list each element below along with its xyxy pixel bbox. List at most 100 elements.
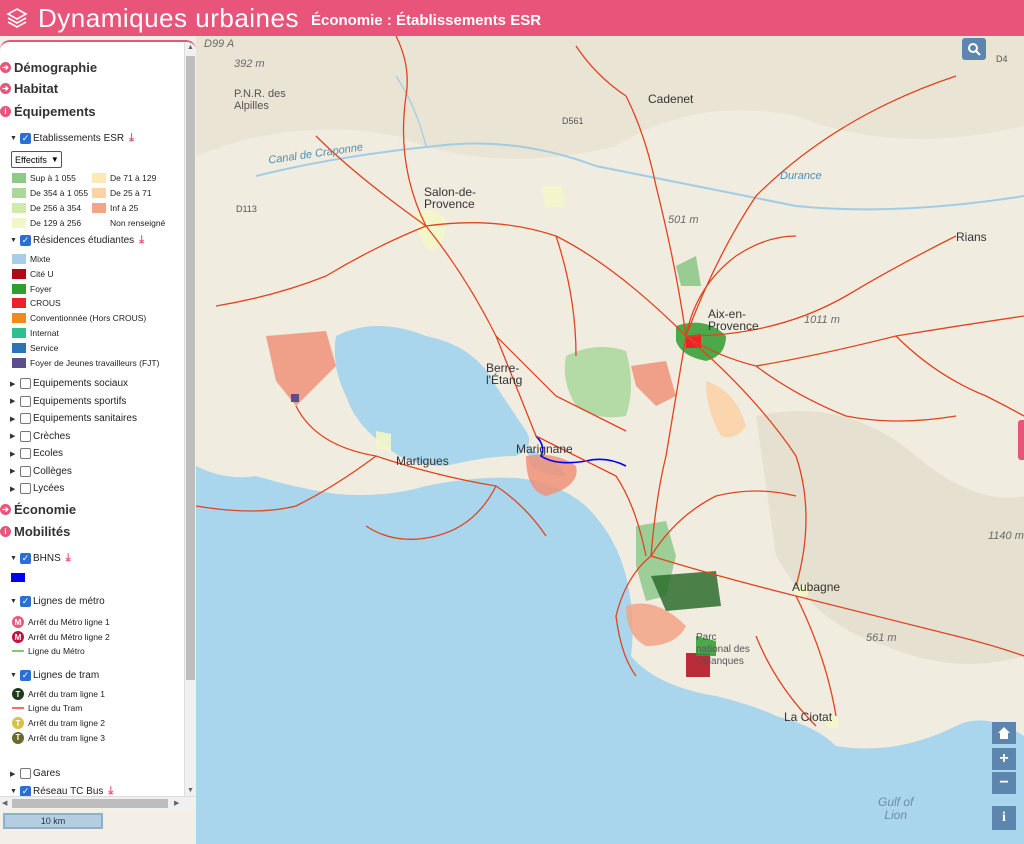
- tram-legend-item: Ligne du Tram: [12, 703, 82, 713]
- residence-legend-item: Mixte: [12, 254, 50, 264]
- download-icon[interactable]: ⤓: [129, 132, 134, 145]
- info-circle-icon: i: [0, 106, 11, 117]
- checkbox-gares[interactable]: [20, 768, 31, 779]
- layer-metro[interactable]: ▼ ✓ Lignes de métro: [10, 596, 105, 607]
- layer-gares[interactable]: ▶ Gares: [10, 768, 60, 779]
- map-label-marignane: Marignane: [516, 442, 573, 456]
- scroll-thumb[interactable]: [186, 56, 195, 680]
- right-panel-tab[interactable]: [1018, 420, 1024, 460]
- layer-equipement[interactable]: ▶ Equipements sociaux: [10, 378, 128, 389]
- layer-equipement[interactable]: ▶ Lycées: [10, 483, 64, 494]
- layer-checkbox[interactable]: [20, 483, 31, 494]
- legend-label: Arrêt du tram ligne 1: [28, 689, 106, 699]
- expand-icon[interactable]: ▶: [10, 467, 20, 475]
- expand-icon[interactable]: ▶: [10, 432, 20, 440]
- scroll-right-icon[interactable]: ▶: [174, 799, 179, 807]
- legend-label: Inf à 25: [110, 203, 139, 213]
- layer-reseau-bus[interactable]: ▼ ✓ Réseau TC Bus ⤓: [10, 785, 113, 796]
- section-mobilites[interactable]: i Mobilités: [0, 524, 70, 539]
- layer-equipement[interactable]: ▶ Equipements sanitaires: [10, 413, 137, 424]
- section-economie[interactable]: ➔ Économie: [0, 502, 76, 517]
- layer-label: Equipements sportifs: [33, 395, 127, 407]
- map-label-elevation-1140: 1140 m: [988, 530, 1024, 542]
- map-label-elevation-392: 392 m: [234, 58, 265, 70]
- app-title: Dynamiques urbaines: [38, 2, 299, 33]
- zoom-in-button[interactable]: +: [992, 748, 1016, 770]
- home-icon: [998, 727, 1010, 739]
- scroll-thumb[interactable]: [12, 799, 168, 808]
- expand-icon[interactable]: ▶: [10, 485, 20, 493]
- download-icon[interactable]: ⤓: [139, 234, 144, 247]
- expand-icon[interactable]: ▶: [10, 415, 20, 423]
- layers-icon[interactable]: [6, 7, 28, 29]
- layer-checkbox[interactable]: [20, 395, 31, 407]
- section-equipements[interactable]: i Équipements: [0, 104, 96, 119]
- line-swatch: [12, 706, 24, 709]
- vertical-scrollbar[interactable]: ▲ ▼: [184, 42, 196, 796]
- layer-label: Lycées: [33, 483, 65, 494]
- expand-icon[interactable]: ▼: [10, 672, 20, 679]
- esr-legend-item: De 71 à 129: [92, 173, 156, 183]
- metro-stop-icon: M: [12, 616, 24, 628]
- section-label: Équipements: [14, 104, 96, 119]
- layer-residences[interactable]: ▼ ✓ Résidences étudiantes ⤓: [10, 234, 144, 247]
- metro-stop-icon: M: [12, 631, 24, 643]
- tram-legend-item: T Arrêt du tram ligne 3: [12, 731, 105, 744]
- checkbox-tram[interactable]: ✓: [20, 670, 31, 681]
- expand-icon[interactable]: ▶: [10, 397, 20, 405]
- legend-label: Arrêt du Métro ligne 2: [28, 632, 110, 642]
- scroll-left-icon[interactable]: ◀: [2, 799, 7, 807]
- legend-label: Foyer de Jeunes travailleurs (FJT): [30, 357, 160, 368]
- layer-label: Etablissements ESR: [33, 133, 125, 144]
- scroll-up-icon[interactable]: ▲: [187, 44, 194, 51]
- esr-legend-item: Non renseigné: [92, 218, 165, 228]
- legend-swatch: [12, 313, 26, 324]
- map-canvas[interactable]: D99 A 392 m P.N.R. des Alpilles Cadenet …: [196, 36, 1024, 844]
- layer-checkbox[interactable]: [20, 430, 31, 442]
- layer-checkbox[interactable]: [20, 378, 31, 389]
- checkbox-metro[interactable]: ✓: [20, 596, 31, 607]
- download-icon[interactable]: ⤓: [108, 785, 113, 796]
- section-demographie[interactable]: ➔ Démographie: [0, 60, 97, 75]
- esr-metric-select[interactable]: Effectifs ▼: [11, 151, 62, 168]
- map-label-berre: Berre- l'Étang: [486, 361, 523, 387]
- layer-equipement[interactable]: ▶ Collèges: [10, 465, 72, 477]
- scroll-down-icon[interactable]: ▼: [187, 787, 194, 794]
- layer-tram[interactable]: ▼ ✓ Lignes de tram: [10, 670, 99, 681]
- section-habitat[interactable]: ➔ Habitat: [0, 81, 58, 96]
- expand-icon[interactable]: ▶: [10, 450, 20, 458]
- expand-icon[interactable]: ▶: [10, 380, 20, 388]
- expand-icon[interactable]: ▼: [10, 237, 20, 244]
- map-label-gulf-of-lion: Gulf of Lion: [878, 795, 914, 822]
- layer-checkbox[interactable]: [20, 465, 31, 477]
- checkbox-reseau[interactable]: ✓: [20, 786, 31, 796]
- checkbox-residences[interactable]: ✓: [20, 235, 31, 246]
- checkbox-bhns[interactable]: ✓: [20, 553, 31, 564]
- layer-esr[interactable]: ▼ ✓ Etablissements ESR ⤓: [10, 132, 134, 145]
- layer-checkbox[interactable]: [20, 413, 31, 424]
- layer-equipement[interactable]: ▶ Equipements sportifs: [10, 395, 127, 407]
- map-label-elevation-1011: 1011 m: [804, 314, 840, 326]
- layer-equipement[interactable]: ▶ Crèches: [10, 430, 70, 442]
- legend-label: Sup à 1 055: [30, 173, 76, 183]
- expand-icon[interactable]: ▼: [10, 598, 20, 605]
- layer-equipement[interactable]: ▶ Ecoles: [10, 448, 63, 459]
- zoom-out-button[interactable]: −: [992, 772, 1016, 794]
- expand-icon[interactable]: ▼: [10, 788, 20, 795]
- app-subtitle: Économie : Établissements ESR: [310, 11, 542, 29]
- section-label: Économie: [14, 502, 77, 517]
- horizontal-scrollbar[interactable]: ◀ ▶: [0, 796, 196, 810]
- checkbox-esr[interactable]: ✓: [20, 133, 31, 144]
- legend-label: De 256 à 354: [30, 203, 82, 213]
- layer-checkbox[interactable]: [20, 448, 31, 459]
- legend-swatch: [12, 203, 26, 213]
- expand-icon[interactable]: ▼: [10, 555, 20, 562]
- legend-swatch: [12, 328, 26, 338]
- info-button[interactable]: i: [992, 806, 1016, 830]
- download-icon[interactable]: ⤓: [66, 552, 71, 565]
- expand-icon[interactable]: ▼: [10, 135, 20, 142]
- expand-icon[interactable]: ▶: [10, 770, 20, 778]
- search-button[interactable]: [962, 38, 986, 60]
- layer-bhns[interactable]: ▼ ✓ BHNS ⤓: [10, 552, 71, 565]
- home-button[interactable]: [992, 722, 1016, 744]
